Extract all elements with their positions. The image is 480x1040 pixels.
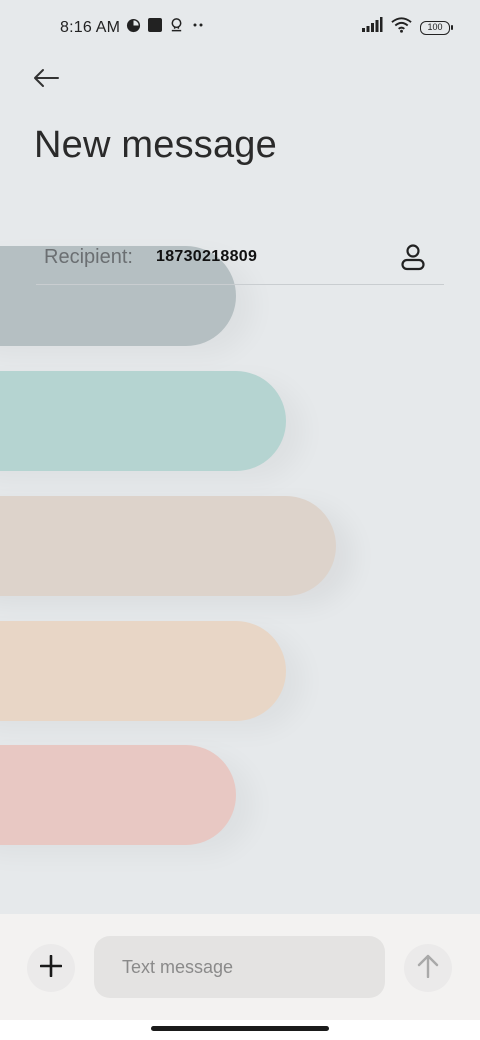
person-icon	[400, 243, 426, 276]
status-right: 100	[361, 17, 453, 38]
wifi-icon	[391, 17, 412, 38]
decorative-pill	[0, 496, 336, 596]
send-button[interactable]	[404, 944, 452, 992]
home-indicator[interactable]	[151, 1026, 329, 1031]
battery-tip	[451, 24, 453, 30]
message-input[interactable]	[94, 936, 385, 998]
notification-icon	[169, 17, 184, 38]
back-button[interactable]	[26, 62, 66, 98]
more-icon	[190, 17, 206, 38]
decorative-pill	[0, 621, 286, 721]
page-title: New message	[34, 124, 277, 166]
status-left: 8:16 AM	[60, 17, 206, 38]
recipient-label: Recipient:	[44, 246, 133, 268]
decorative-pill	[0, 371, 286, 471]
decorative-pill	[0, 745, 236, 845]
navigation-bar	[0, 1020, 480, 1040]
square-notification-icon	[147, 17, 163, 38]
message-composer	[0, 914, 480, 1020]
status-time: 8:16 AM	[60, 18, 121, 36]
new-message-screen: 8:16 AM 100 New message Recipient: 18730…	[0, 0, 480, 1040]
signal-icon	[361, 17, 383, 38]
arrow-up-icon	[417, 954, 439, 983]
battery-icon: 100	[420, 20, 453, 35]
app-notification-icon	[126, 18, 141, 38]
arrow-left-icon	[33, 68, 59, 93]
status-bar: 8:16 AM 100	[0, 0, 480, 56]
battery-level: 100	[427, 21, 443, 32]
plus-icon	[39, 954, 63, 982]
recipient-value[interactable]: 18730218809	[156, 248, 257, 266]
attach-button[interactable]	[27, 944, 75, 992]
contact-picker-button[interactable]	[396, 242, 430, 276]
recipient-row[interactable]: Recipient: 18730218809	[36, 236, 444, 285]
